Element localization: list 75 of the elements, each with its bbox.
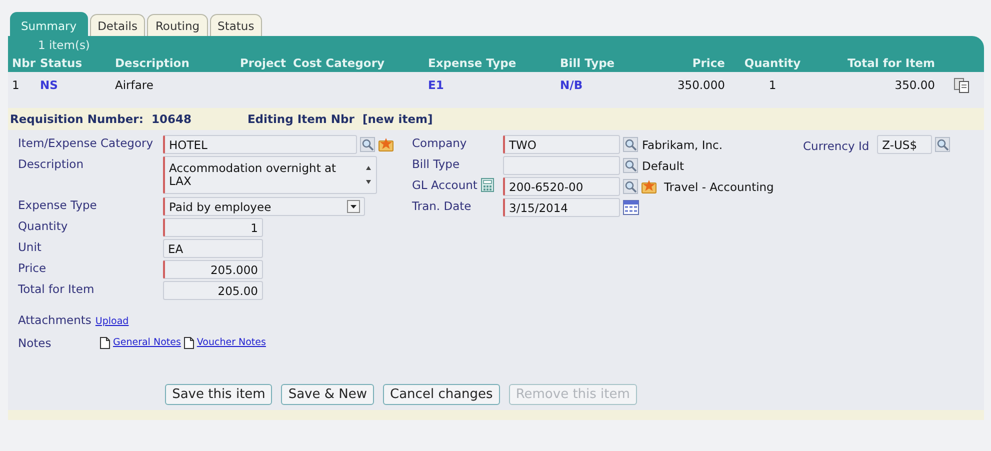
input-field[interactable]: Z-US$ [877, 135, 932, 154]
search-icon[interactable] [935, 137, 950, 152]
tab[interactable]: Status [210, 14, 262, 36]
column-header: Description [115, 56, 190, 70]
field-label: Price [18, 260, 46, 275]
table-link[interactable]: NS [40, 78, 115, 92]
field-label: GL Account [412, 177, 478, 192]
item-count: 1 item(s) [37, 37, 91, 54]
field-note: Fabrikam, Inc. [642, 138, 723, 152]
dropdown-icon[interactable] [347, 200, 360, 213]
field-label: Attachments [18, 312, 92, 327]
search-icon[interactable] [623, 137, 638, 152]
table-cell-text: Airfare [115, 78, 154, 92]
star-folder-icon[interactable] [641, 179, 657, 194]
field-label: Unit [18, 239, 42, 254]
column-header: Bill Type [560, 56, 616, 70]
field-label: Bill Type [412, 156, 460, 171]
input-field[interactable]: TWO [503, 135, 620, 154]
field-label: Quantity [18, 218, 68, 233]
table-cell-text: 1 [768, 78, 778, 92]
upload-link[interactable]: Upload [95, 316, 129, 327]
calculator-icon[interactable] [481, 178, 494, 192]
input-field[interactable]: EA [163, 239, 263, 258]
action-button[interactable]: Save & New [281, 384, 374, 405]
requisition-number: 10648 [151, 112, 192, 126]
column-header: Total for Item [846, 56, 935, 70]
editing-value: [new item] [362, 112, 433, 126]
field-label: Item/Expense Category [18, 135, 154, 150]
dropdown-field[interactable]: Paid by employee [163, 197, 365, 216]
action-button[interactable]: Save this item [165, 384, 272, 405]
input-field[interactable]: 1 [163, 218, 263, 237]
editing-label: Editing Item Nbr [247, 112, 354, 126]
input-field[interactable]: 205.000 [163, 260, 263, 279]
document-icon [184, 336, 194, 348]
table-link[interactable]: N/B [560, 78, 670, 92]
input-field[interactable]: 200-6520-00 [503, 177, 620, 196]
star-folder-icon[interactable] [378, 137, 394, 152]
column-header: Cost Category [293, 56, 386, 70]
field-label: Company [412, 135, 467, 150]
copy-icon[interactable] [954, 78, 970, 93]
description-field[interactable]: Accommodation overnight at LAX [163, 156, 377, 194]
notes-link[interactable]: General Notes [113, 337, 181, 348]
input-field[interactable]: 205.00 [163, 281, 263, 300]
input-field[interactable] [503, 156, 620, 175]
input-field[interactable]: HOTEL [163, 135, 357, 154]
field-label: Currency Id [803, 138, 870, 153]
field-label: Description [18, 156, 84, 171]
tab[interactable]: Details [90, 14, 146, 36]
action-button[interactable]: Cancel changes [383, 384, 500, 405]
field-label: Notes [18, 335, 52, 350]
input-field[interactable]: 3/15/2014 [503, 198, 620, 217]
search-icon[interactable] [623, 158, 638, 173]
field-label: Tran. Date [412, 198, 472, 213]
column-header: Price [691, 56, 725, 70]
field-label: Total for Item [18, 281, 94, 296]
field-note: Travel - Accounting [664, 180, 774, 194]
field-note: Default [642, 158, 684, 172]
document-icon [100, 336, 110, 348]
calendar-icon[interactable] [623, 200, 639, 215]
search-icon[interactable] [360, 137, 375, 152]
table-cell-text: 350.00 [894, 78, 935, 92]
scroll-arrows-icon[interactable] [365, 164, 372, 186]
tab[interactable]: Routing [147, 14, 208, 36]
field-label: Expense Type [18, 197, 97, 212]
notes-link[interactable]: Voucher Notes [196, 337, 266, 348]
table-cell-text: 350.000 [676, 78, 725, 92]
column-header: Expense Type [428, 56, 518, 70]
search-icon[interactable] [623, 179, 638, 194]
column-header: Project [240, 56, 288, 70]
column-header: Quantity [743, 56, 802, 70]
requisition-label: Requisition Number: [10, 112, 144, 126]
table-link[interactable]: E1 [428, 78, 560, 92]
table-cell-text: 1 [12, 78, 20, 92]
column-header: Status [40, 56, 84, 70]
column-header: Nbr [12, 56, 37, 70]
